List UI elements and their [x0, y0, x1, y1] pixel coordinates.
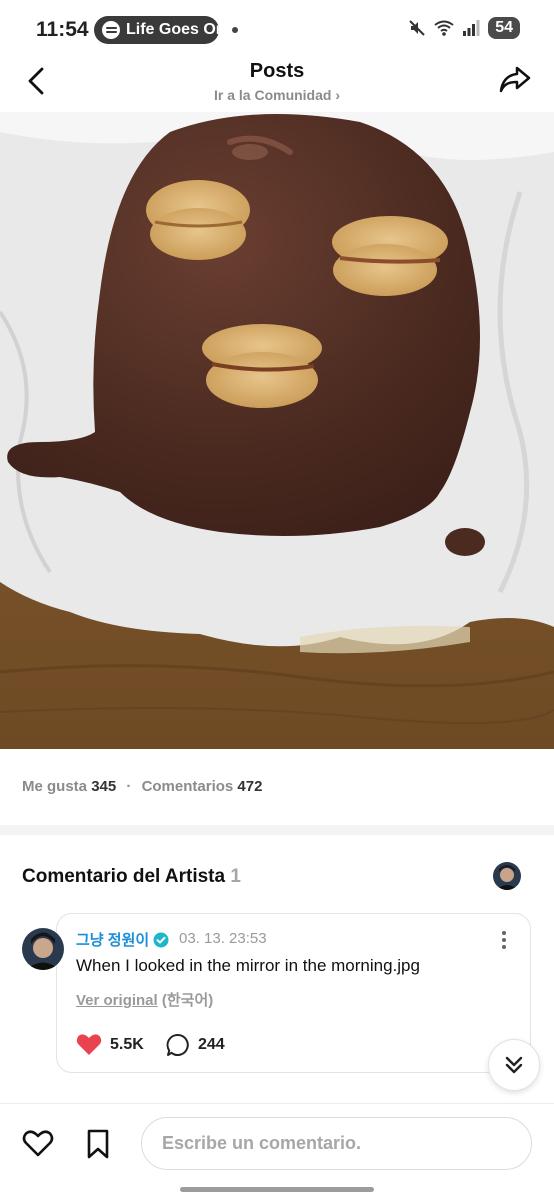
notification-dot-icon: [232, 27, 238, 33]
cereal-left-eye: [146, 180, 250, 260]
artist-mini-avatar[interactable]: [493, 862, 521, 890]
bottom-action-bar: [0, 1103, 554, 1200]
status-bar: 11:54 Life Goes On 54: [0, 0, 554, 58]
heart-outline-icon[interactable]: [22, 1128, 54, 1158]
home-indicator[interactable]: [180, 1187, 374, 1192]
page-title: Posts: [249, 60, 305, 82]
verified-badge-icon: [153, 932, 169, 947]
see-original-link[interactable]: Ver original: [76, 992, 158, 1009]
system-icons: 54: [408, 17, 520, 39]
top-bar: Posts Ir a la Comunidad ›: [0, 58, 554, 112]
signal-icon: [463, 20, 480, 36]
comments-label: Comentarios: [141, 778, 234, 795]
artist-comment-heading: Comentario del Artista 1: [22, 866, 241, 888]
author-name[interactable]: 그냥 정원이: [76, 929, 169, 950]
spotify-icon: [102, 21, 120, 39]
bookmark-icon[interactable]: [86, 1128, 110, 1160]
artist-comment-title: Comentario del Artista: [22, 866, 226, 887]
cereal-mouth: [202, 324, 322, 408]
clock: 11:54: [36, 18, 89, 41]
more-options-icon[interactable]: [500, 930, 508, 950]
speech-bubble-icon: [166, 1034, 189, 1056]
avatar-image: [22, 928, 64, 970]
comment-date: 03. 13. 23:53: [179, 930, 267, 947]
avatar[interactable]: [22, 928, 64, 970]
comment-reply-button[interactable]: 244: [166, 1033, 225, 1057]
original-language: (한국어): [161, 992, 214, 1009]
scroll-down-button[interactable]: [488, 1039, 540, 1091]
avatar-image: [493, 862, 521, 890]
comment-text: When I looked in the mirror in the morni…: [76, 956, 420, 975]
community-link[interactable]: Ir a la Comunidad ›: [0, 87, 554, 103]
share-icon[interactable]: [498, 64, 532, 96]
media-title: Life Goes On: [126, 21, 219, 38]
section-divider: [0, 825, 554, 835]
heart-filled-icon: [76, 1034, 102, 1055]
artist-comment-count: 1: [230, 866, 241, 887]
post-image[interactable]: [0, 112, 554, 749]
comment-like-button[interactable]: 5.5K: [76, 1033, 144, 1056]
comments-count[interactable]: 472: [237, 778, 262, 795]
battery-indicator: 54: [488, 17, 520, 39]
author-name-text: 그냥 정원이: [76, 932, 150, 949]
double-chevron-down-icon: [505, 1056, 523, 1074]
comment-reply-count: 244: [198, 1036, 225, 1053]
likes-count[interactable]: 345: [91, 778, 116, 795]
media-pill[interactable]: Life Goes On: [94, 16, 219, 44]
see-original[interactable]: Ver original (한국어): [76, 989, 213, 1010]
likes-label: Me gusta: [22, 778, 88, 795]
post-stats: Me gusta 345 · Comentarios 472: [22, 778, 262, 795]
comment-input[interactable]: [141, 1117, 532, 1170]
comment-like-count: 5.5K: [110, 1035, 144, 1053]
wifi-icon: [434, 20, 454, 36]
stats-separator: ·: [126, 778, 132, 795]
chocolate-face-photo: [0, 112, 554, 749]
mute-icon: [409, 20, 425, 36]
